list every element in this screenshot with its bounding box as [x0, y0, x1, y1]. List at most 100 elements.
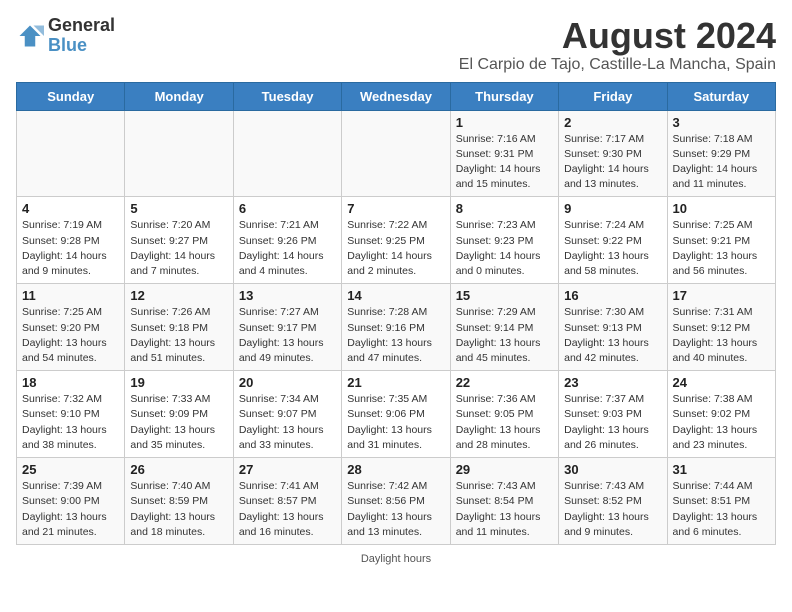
day-info: Sunrise: 7:33 AM Sunset: 9:09 PM Dayligh…	[130, 392, 227, 453]
day-number: 1	[456, 115, 553, 130]
day-number: 31	[673, 462, 770, 477]
week-row-1: 1 Sunrise: 7:16 AM Sunset: 9:31 PM Daylig…	[17, 110, 776, 197]
day-number: 27	[239, 462, 336, 477]
calendar-cell	[17, 110, 125, 197]
day-number: 8	[456, 201, 553, 216]
daylight-label: Daylight hours	[361, 553, 431, 565]
day-number: 20	[239, 375, 336, 390]
logo: General Blue	[16, 16, 115, 56]
week-row-4: 18Sunrise: 7:32 AM Sunset: 9:10 PM Dayli…	[17, 371, 776, 458]
header: General Blue August 2024 El Carpio de Ta…	[16, 16, 776, 74]
calendar-cell: 7Sunrise: 7:22 AM Sunset: 9:25 PM Daylig…	[342, 197, 450, 284]
col-header-sunday: Sunday	[17, 82, 125, 110]
calendar-cell: 14Sunrise: 7:28 AM Sunset: 9:16 PM Dayli…	[342, 284, 450, 371]
day-info: Sunrise: 7:34 AM Sunset: 9:07 PM Dayligh…	[239, 392, 336, 453]
footer-note: Daylight hours	[16, 553, 776, 565]
day-info: Sunrise: 7:42 AM Sunset: 8:56 PM Dayligh…	[347, 479, 444, 540]
calendar-cell: 1 Sunrise: 7:16 AM Sunset: 9:31 PM Daylig…	[450, 110, 558, 197]
day-number: 18	[22, 375, 119, 390]
calendar-cell: 13Sunrise: 7:27 AM Sunset: 9:17 PM Dayli…	[233, 284, 341, 371]
day-info: Sunrise: 7:39 AM Sunset: 9:00 PM Dayligh…	[22, 479, 119, 540]
day-number: 28	[347, 462, 444, 477]
title-area: August 2024 El Carpio de Tajo, Castille-…	[459, 16, 776, 74]
day-info: Sunrise: 7:23 AM Sunset: 9:23 PM Dayligh…	[456, 218, 553, 279]
day-info: Sunrise: 7:35 AM Sunset: 9:06 PM Dayligh…	[347, 392, 444, 453]
week-row-2: 4 Sunrise: 7:19 AM Sunset: 9:28 PM Daylig…	[17, 197, 776, 284]
day-info: Sunrise: 7:43 AM Sunset: 8:54 PM Dayligh…	[456, 479, 553, 540]
col-header-tuesday: Tuesday	[233, 82, 341, 110]
day-info: Sunrise: 7:16 AM Sunset: 9:31 PM Dayligh…	[456, 132, 553, 193]
calendar-cell: 6 Sunrise: 7:21 AM Sunset: 9:26 PM Daylig…	[233, 197, 341, 284]
day-number: 21	[347, 375, 444, 390]
day-number: 10	[673, 201, 770, 216]
day-info: Sunrise: 7:44 AM Sunset: 8:51 PM Dayligh…	[673, 479, 770, 540]
day-number: 7	[347, 201, 444, 216]
col-header-wednesday: Wednesday	[342, 82, 450, 110]
day-info: Sunrise: 7:25 AM Sunset: 9:21 PM Dayligh…	[673, 218, 770, 279]
calendar-cell: 2 Sunrise: 7:17 AM Sunset: 9:30 PM Daylig…	[559, 110, 667, 197]
col-header-monday: Monday	[125, 82, 233, 110]
calendar-cell: 4 Sunrise: 7:19 AM Sunset: 9:28 PM Daylig…	[17, 197, 125, 284]
calendar-cell: 25 Sunrise: 7:39 AM Sunset: 9:00 PM Dayli…	[17, 458, 125, 545]
day-info: Sunrise: 7:19 AM Sunset: 9:28 PM Dayligh…	[22, 218, 119, 279]
calendar-cell	[342, 110, 450, 197]
calendar-cell: 28 Sunrise: 7:42 AM Sunset: 8:56 PM Dayli…	[342, 458, 450, 545]
day-number: 9	[564, 201, 661, 216]
calendar-cell	[233, 110, 341, 197]
day-info: Sunrise: 7:24 AM Sunset: 9:22 PM Dayligh…	[564, 218, 661, 279]
calendar-cell: 3 Sunrise: 7:18 AM Sunset: 9:29 PM Daylig…	[667, 110, 775, 197]
day-info: Sunrise: 7:26 AM Sunset: 9:18 PM Dayligh…	[130, 305, 227, 366]
col-header-saturday: Saturday	[667, 82, 775, 110]
day-info: Sunrise: 7:28 AM Sunset: 9:16 PM Dayligh…	[347, 305, 444, 366]
day-number: 12	[130, 288, 227, 303]
day-number: 22	[456, 375, 553, 390]
day-info: Sunrise: 7:38 AM Sunset: 9:02 PM Dayligh…	[673, 392, 770, 453]
day-info: Sunrise: 7:17 AM Sunset: 9:30 PM Dayligh…	[564, 132, 661, 193]
calendar-cell: 5 Sunrise: 7:20 AM Sunset: 9:27 PM Daylig…	[125, 197, 233, 284]
day-number: 5	[130, 201, 227, 216]
week-row-3: 11 Sunrise: 7:25 AM Sunset: 9:20 PM Dayli…	[17, 284, 776, 371]
day-number: 15	[456, 288, 553, 303]
calendar-cell: 24 Sunrise: 7:38 AM Sunset: 9:02 PM Dayli…	[667, 371, 775, 458]
day-number: 29	[456, 462, 553, 477]
calendar-cell: 19Sunrise: 7:33 AM Sunset: 9:09 PM Dayli…	[125, 371, 233, 458]
day-number: 17	[673, 288, 770, 303]
day-info: Sunrise: 7:43 AM Sunset: 8:52 PM Dayligh…	[564, 479, 661, 540]
day-number: 2	[564, 115, 661, 130]
day-number: 16	[564, 288, 661, 303]
day-number: 26	[130, 462, 227, 477]
calendar-cell: 30 Sunrise: 7:43 AM Sunset: 8:52 PM Dayli…	[559, 458, 667, 545]
day-info: Sunrise: 7:27 AM Sunset: 9:17 PM Dayligh…	[239, 305, 336, 366]
day-info: Sunrise: 7:25 AM Sunset: 9:20 PM Dayligh…	[22, 305, 119, 366]
day-number: 3	[673, 115, 770, 130]
calendar-cell: 9 Sunrise: 7:24 AM Sunset: 9:22 PM Daylig…	[559, 197, 667, 284]
day-info: Sunrise: 7:21 AM Sunset: 9:26 PM Dayligh…	[239, 218, 336, 279]
day-number: 25	[22, 462, 119, 477]
day-info: Sunrise: 7:41 AM Sunset: 8:57 PM Dayligh…	[239, 479, 336, 540]
calendar-cell: 27 Sunrise: 7:41 AM Sunset: 8:57 PM Dayli…	[233, 458, 341, 545]
calendar-cell	[125, 110, 233, 197]
day-info: Sunrise: 7:29 AM Sunset: 9:14 PM Dayligh…	[456, 305, 553, 366]
calendar-cell: 10 Sunrise: 7:25 AM Sunset: 9:21 PM Dayli…	[667, 197, 775, 284]
day-info: Sunrise: 7:40 AM Sunset: 8:59 PM Dayligh…	[130, 479, 227, 540]
day-number: 30	[564, 462, 661, 477]
day-number: 11	[22, 288, 119, 303]
logo-text: General Blue	[48, 16, 115, 56]
generalblue-icon	[16, 22, 44, 50]
day-info: Sunrise: 7:20 AM Sunset: 9:27 PM Dayligh…	[130, 218, 227, 279]
day-number: 24	[673, 375, 770, 390]
calendar-cell: 12 Sunrise: 7:26 AM Sunset: 9:18 PM Dayli…	[125, 284, 233, 371]
day-info: Sunrise: 7:18 AM Sunset: 9:29 PM Dayligh…	[673, 132, 770, 193]
calendar-cell: 11 Sunrise: 7:25 AM Sunset: 9:20 PM Dayli…	[17, 284, 125, 371]
calendar-cell: 23Sunrise: 7:37 AM Sunset: 9:03 PM Dayli…	[559, 371, 667, 458]
day-number: 4	[22, 201, 119, 216]
calendar-cell: 17Sunrise: 7:31 AM Sunset: 9:12 PM Dayli…	[667, 284, 775, 371]
day-number: 6	[239, 201, 336, 216]
calendar: SundayMondayTuesdayWednesdayThursdayFrid…	[16, 82, 776, 545]
calendar-cell: 8 Sunrise: 7:23 AM Sunset: 9:23 PM Daylig…	[450, 197, 558, 284]
logo-blue: Blue	[48, 35, 87, 55]
calendar-cell: 16Sunrise: 7:30 AM Sunset: 9:13 PM Dayli…	[559, 284, 667, 371]
calendar-header-row: SundayMondayTuesdayWednesdayThursdayFrid…	[17, 82, 776, 110]
calendar-cell: 15 Sunrise: 7:29 AM Sunset: 9:14 PM Dayli…	[450, 284, 558, 371]
calendar-cell: 29 Sunrise: 7:43 AM Sunset: 8:54 PM Dayli…	[450, 458, 558, 545]
